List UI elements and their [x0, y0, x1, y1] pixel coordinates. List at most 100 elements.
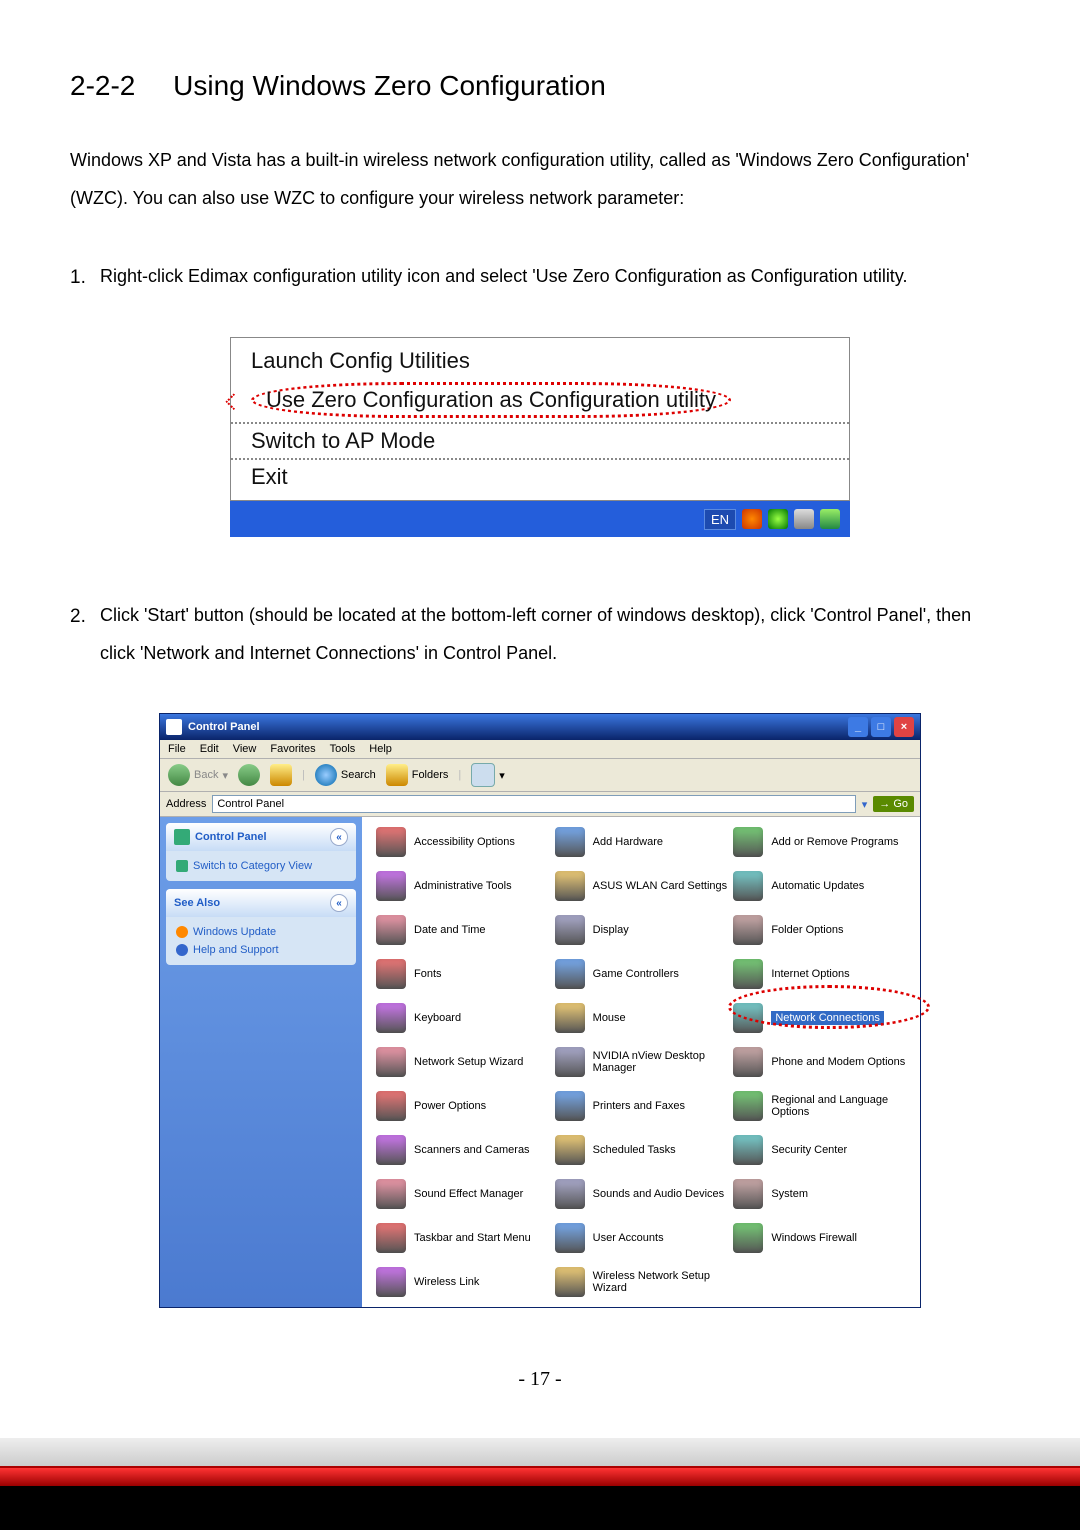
cp-item-icon — [733, 871, 763, 901]
cp-item[interactable]: NVIDIA nView Desktop Manager — [555, 1047, 728, 1077]
cp-item[interactable]: Windows Firewall — [733, 1223, 906, 1253]
footer-red-bar — [0, 1466, 1080, 1486]
tray-wireless-icon[interactable] — [820, 509, 840, 529]
menu-item-switch-ap[interactable]: Switch to AP Mode — [231, 422, 849, 460]
menu-item-launch[interactable]: Launch Config Utilities — [231, 344, 849, 378]
cp-item-icon — [733, 1135, 763, 1165]
cp-item[interactable]: Add or Remove Programs — [733, 827, 906, 857]
cp-item[interactable]: Display — [555, 915, 728, 945]
side-panel-body-2: Windows Update Help and Support — [166, 917, 356, 965]
cp-item-label: Security Center — [771, 1144, 847, 1156]
cp-item-icon — [555, 1135, 585, 1165]
cp-item[interactable]: Taskbar and Start Menu — [376, 1223, 549, 1253]
chevron-up-icon[interactable]: « — [330, 828, 348, 846]
cp-item-label: Wireless Link — [414, 1276, 479, 1288]
menu-tools[interactable]: Tools — [330, 743, 356, 755]
link-label: Help and Support — [193, 944, 279, 956]
cp-item[interactable]: Regional and Language Options — [733, 1091, 906, 1121]
cp-item-icon — [733, 1091, 763, 1121]
menu-edit[interactable]: Edit — [200, 743, 219, 755]
cp-item-icon — [733, 915, 763, 945]
menu-view[interactable]: View — [233, 743, 257, 755]
search-button[interactable]: Search — [315, 764, 376, 786]
back-label: Back — [194, 769, 218, 781]
tray-volume-icon[interactable] — [794, 509, 814, 529]
cp-item-label: Phone and Modem Options — [771, 1056, 905, 1068]
control-panel-items-grid: Accessibility OptionsAdd HardwareAdd or … — [362, 817, 920, 1307]
cp-item[interactable]: Security Center — [733, 1135, 906, 1165]
menu-favorites[interactable]: Favorites — [270, 743, 315, 755]
folders-icon — [386, 764, 408, 786]
step-text: Right-click Edimax configuration utility… — [100, 258, 1010, 298]
cp-item[interactable]: Mouse — [555, 1003, 728, 1033]
back-button[interactable]: Back ▾ — [168, 764, 228, 786]
cp-item[interactable]: Network Setup Wizard — [376, 1047, 549, 1077]
maximize-button[interactable]: □ — [871, 717, 891, 737]
views-button[interactable]: ▾ — [471, 763, 505, 787]
language-indicator[interactable]: EN — [704, 509, 736, 530]
help-support-link[interactable]: Help and Support — [176, 941, 346, 959]
cp-item[interactable]: Accessibility Options — [376, 827, 549, 857]
cp-item[interactable]: Wireless Link — [376, 1267, 549, 1297]
cp-item-label: NVIDIA nView Desktop Manager — [593, 1050, 728, 1074]
cp-item[interactable]: Scheduled Tasks — [555, 1135, 728, 1165]
chevron-up-icon-2[interactable]: « — [330, 894, 348, 912]
section-number: 2-2-2 — [70, 70, 135, 101]
window-buttons: _ □ × — [848, 717, 914, 737]
cp-item[interactable]: User Accounts — [555, 1223, 728, 1253]
back-icon — [168, 764, 190, 786]
cp-item-icon — [376, 1003, 406, 1033]
switch-category-view-link[interactable]: Switch to Category View — [176, 857, 346, 875]
menu-item-exit[interactable]: Exit — [231, 460, 849, 494]
address-input[interactable] — [212, 795, 855, 813]
cp-item[interactable]: Wireless Network Setup Wizard — [555, 1267, 728, 1297]
step-2: 2. Click 'Start' button (should be locat… — [70, 597, 1010, 673]
menu-file[interactable]: File — [168, 743, 186, 755]
search-label: Search — [341, 769, 376, 781]
address-dropdown-icon[interactable]: ▾ — [862, 798, 868, 811]
content-block: 2-2-2 Using Windows Zero Configuration W… — [0, 70, 1080, 1391]
step-number: 2. — [70, 597, 100, 673]
tray-network-icon[interactable] — [768, 509, 788, 529]
cp-item[interactable]: Automatic Updates — [733, 871, 906, 901]
cp-item[interactable]: Add Hardware — [555, 827, 728, 857]
cp-item[interactable]: System — [733, 1179, 906, 1209]
cp-item[interactable]: Scanners and Cameras — [376, 1135, 549, 1165]
cp-item-icon — [376, 1047, 406, 1077]
toolbar: Back ▾ | Search Folders | ▾ — [160, 759, 920, 792]
menu-help[interactable]: Help — [369, 743, 392, 755]
up-button[interactable] — [270, 764, 292, 786]
close-button[interactable]: × — [894, 717, 914, 737]
cp-item[interactable]: Date and Time — [376, 915, 549, 945]
link-label: Switch to Category View — [193, 860, 312, 872]
figure-context-menu: Launch Config Utilities Use Zero Configu… — [230, 337, 850, 537]
minimize-button[interactable]: _ — [848, 717, 868, 737]
context-menu: Launch Config Utilities Use Zero Configu… — [230, 337, 850, 501]
step-text: Click 'Start' button (should be located … — [100, 597, 1010, 673]
tray-shield-icon[interactable] — [742, 509, 762, 529]
cp-item[interactable]: Folder Options — [733, 915, 906, 945]
windows-update-link[interactable]: Windows Update — [176, 923, 346, 941]
cp-item[interactable]: Sound Effect Manager — [376, 1179, 549, 1209]
cp-item[interactable]: Sounds and Audio Devices — [555, 1179, 728, 1209]
cp-item[interactable]: Administrative Tools — [376, 871, 549, 901]
cp-item[interactable]: Keyboard — [376, 1003, 549, 1033]
cp-item[interactable]: Power Options — [376, 1091, 549, 1121]
window-body: Control Panel « Switch to Category View … — [160, 817, 920, 1307]
go-button[interactable]: → Go — [873, 796, 914, 812]
menu-item-zero-config-row[interactable]: Use Zero Configuration as Configuration … — [231, 378, 849, 422]
cp-item-icon — [376, 871, 406, 901]
folders-button[interactable]: Folders — [386, 764, 449, 786]
cp-item[interactable]: Phone and Modem Options — [733, 1047, 906, 1077]
cp-item[interactable]: Fonts — [376, 959, 549, 989]
page-number: - 17 - — [70, 1368, 1010, 1391]
side-panel-header-2[interactable]: See Also « — [166, 889, 356, 917]
cp-item-icon — [733, 959, 763, 989]
forward-button[interactable] — [238, 764, 260, 786]
window-titlebar: Control Panel _ □ × — [160, 714, 920, 740]
control-panel-small-icon — [174, 829, 190, 845]
cp-item[interactable]: ASUS WLAN Card Settings — [555, 871, 728, 901]
cp-item[interactable]: Game Controllers — [555, 959, 728, 989]
cp-item[interactable]: Printers and Faxes — [555, 1091, 728, 1121]
side-panel-header[interactable]: Control Panel « — [166, 823, 356, 851]
